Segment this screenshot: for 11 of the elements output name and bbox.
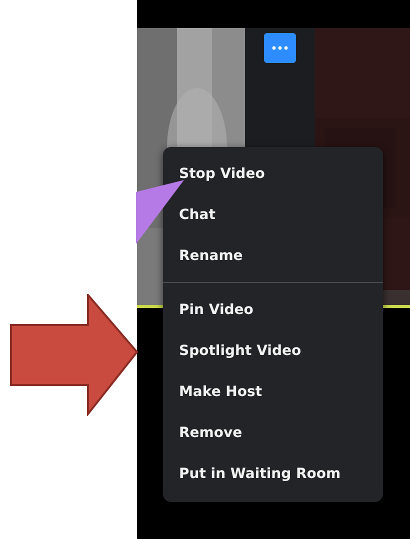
menu-item[interactable]: Stop Video xyxy=(163,153,383,194)
menu-item[interactable]: Put in Waiting Room xyxy=(163,453,383,494)
more-button[interactable] xyxy=(264,33,296,63)
menu-item[interactable]: Rename xyxy=(163,235,383,276)
menu-item[interactable]: Spotlight Video xyxy=(163,330,383,371)
menu-item[interactable]: Chat xyxy=(163,194,383,235)
menu-item[interactable]: Remove xyxy=(163,412,383,453)
more-icon xyxy=(272,46,288,50)
menu-item[interactable]: Pin Video xyxy=(163,289,383,330)
menu-item[interactable]: Make Host xyxy=(163,371,383,412)
right-arrow-icon xyxy=(10,294,138,416)
